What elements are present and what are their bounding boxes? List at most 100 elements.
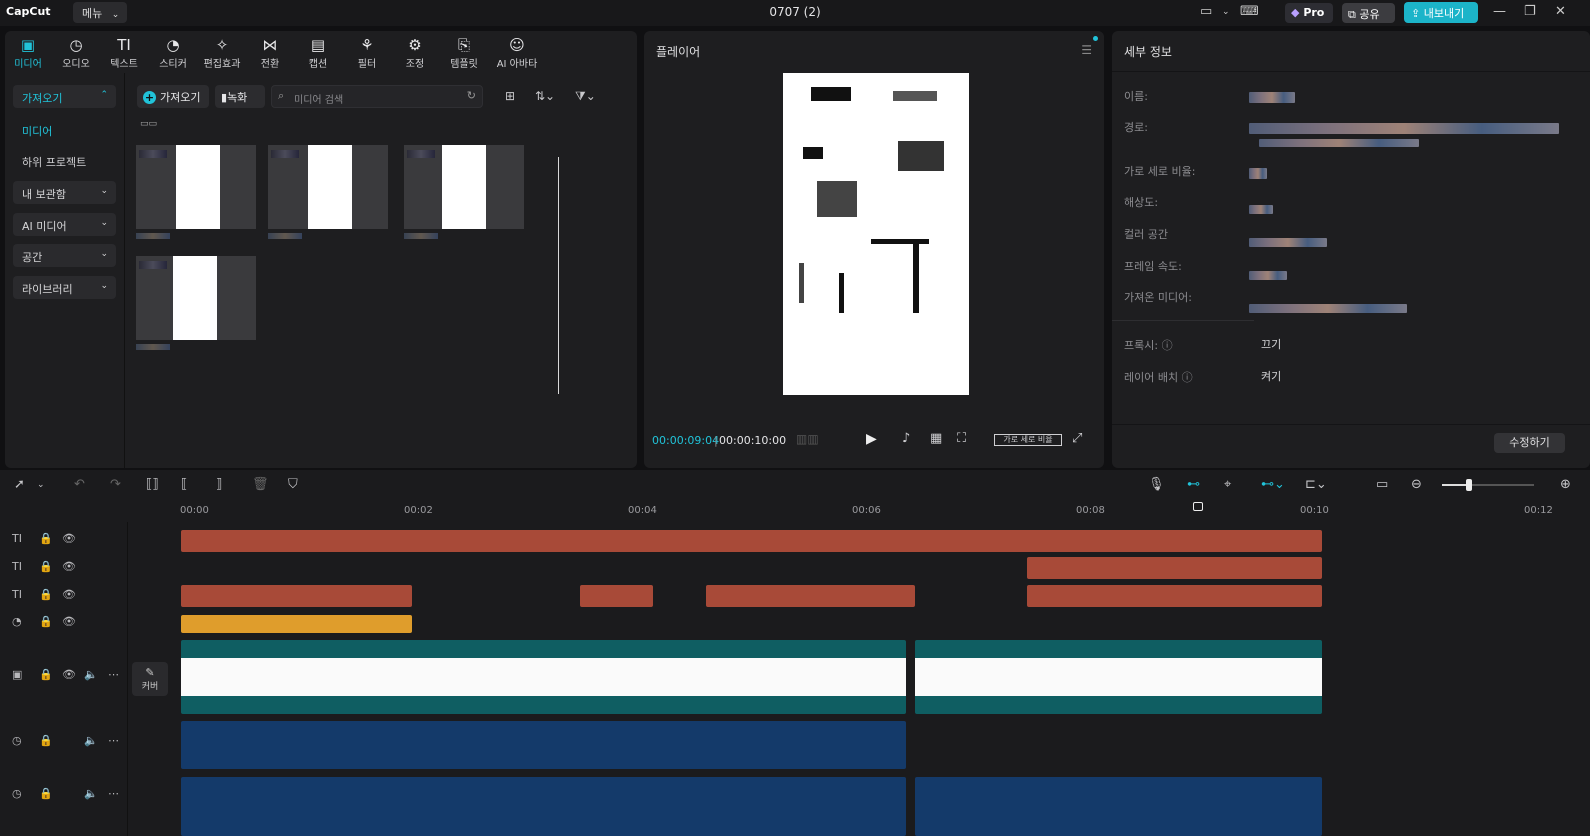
info-icon[interactable]: ⓘ bbox=[1162, 339, 1173, 352]
sidebar-item-space[interactable]: 공간 ⌄ bbox=[13, 244, 116, 267]
keyboard-icon[interactable]: ⌨ bbox=[1240, 4, 1259, 19]
pro-button[interactable]: ◆ Pro bbox=[1285, 3, 1333, 23]
tab-transition[interactable]: ⋈ 전환 bbox=[247, 35, 293, 70]
magnet-icon[interactable]: ⊷ bbox=[1187, 477, 1200, 492]
split-icon[interactable]: ⟦⟧ bbox=[146, 477, 159, 492]
zoom-in-icon[interactable]: ⊕ bbox=[1560, 477, 1571, 492]
shield-icon[interactable]: ⛉ bbox=[288, 477, 298, 492]
lock-icon[interactable]: 🔒 bbox=[39, 668, 53, 681]
timeline-ruler[interactable]: 00:00 00:02 00:04 00:06 00:08 00:10 00:1… bbox=[0, 500, 1590, 522]
scroll-indicator[interactable] bbox=[558, 157, 559, 394]
text-clip[interactable] bbox=[706, 585, 915, 607]
redo-icon[interactable]: ↷ bbox=[110, 477, 121, 492]
audio-clip[interactable] bbox=[181, 777, 906, 836]
tab-media[interactable]: ▣ 미디어 bbox=[5, 35, 51, 70]
tab-audio[interactable]: ◷ 오디오 bbox=[53, 35, 99, 70]
more-icon[interactable]: ⋯ bbox=[108, 668, 119, 681]
zoom-slider-handle[interactable] bbox=[1466, 479, 1472, 491]
sidebar-item-library[interactable]: 라이브러리 ⌄ bbox=[13, 276, 116, 299]
layout-icon[interactable]: ▭ bbox=[1200, 4, 1212, 19]
sort-icon[interactable]: ⇅⌄ bbox=[535, 89, 555, 103]
media-search-input[interactable]: ⌕ 미디어 검색 ↻ bbox=[271, 85, 483, 108]
text-clip[interactable] bbox=[1027, 585, 1322, 607]
menu-button[interactable]: 메뉴 ⌄ bbox=[73, 2, 127, 23]
eye-icon[interactable]: 👁 bbox=[62, 668, 76, 681]
lock-icon[interactable]: 🔒 bbox=[39, 615, 53, 628]
playhead[interactable] bbox=[1193, 502, 1203, 511]
video-clip[interactable] bbox=[915, 640, 1322, 714]
audio-clip[interactable] bbox=[915, 777, 1322, 836]
tab-template[interactable]: ⎘ 템플릿 bbox=[441, 35, 487, 70]
share-button[interactable]: ⧉ 공유 bbox=[1342, 3, 1395, 23]
media-thumbnail[interactable] bbox=[404, 145, 524, 239]
tab-effects[interactable]: ✧ 편집효과 bbox=[199, 35, 245, 70]
sidebar-item-ai-media[interactable]: AI 미디어 ⌄ bbox=[13, 213, 116, 236]
info-icon[interactable]: ⓘ bbox=[1182, 371, 1193, 384]
media-thumbnail[interactable] bbox=[136, 256, 256, 350]
chevron-down-icon[interactable]: ⌄ bbox=[37, 480, 45, 490]
fullscreen-icon[interactable]: ⤢ bbox=[1072, 431, 1082, 446]
grid-view-icon[interactable]: ⊞ bbox=[505, 89, 515, 103]
link-icon[interactable]: ⊷⌄ bbox=[1261, 477, 1285, 492]
microphone-icon[interactable]: 🎙 bbox=[1148, 477, 1165, 492]
menu-icon[interactable]: ☰ bbox=[1081, 43, 1092, 57]
play-icon[interactable]: ▶ bbox=[866, 431, 877, 447]
eye-icon[interactable]: 👁 bbox=[62, 532, 76, 545]
trim-right-icon[interactable]: ⟧ bbox=[216, 477, 222, 492]
import-button[interactable]: + 가져오기 bbox=[137, 85, 209, 108]
minimize-icon[interactable]: — bbox=[1493, 4, 1506, 19]
more-icon[interactable]: ⋯ bbox=[108, 734, 119, 747]
lock-icon[interactable]: 🔒 bbox=[39, 532, 53, 545]
lock-icon[interactable]: 🔒 bbox=[39, 588, 53, 601]
tab-adjust[interactable]: ⚙ 조정 bbox=[392, 35, 438, 70]
tab-caption[interactable]: ▤ 캡션 bbox=[295, 35, 341, 70]
cover-button[interactable]: ✎ 커버 bbox=[132, 662, 168, 696]
sticker-clip[interactable] bbox=[181, 615, 412, 633]
eye-icon[interactable]: 👁 bbox=[62, 588, 76, 601]
grid-icon[interactable]: ▦ bbox=[930, 431, 942, 446]
tab-ai-avatar[interactable]: ☺ AI 아바타 bbox=[489, 35, 545, 70]
maximize-icon[interactable]: ❐ bbox=[1524, 4, 1536, 19]
text-clip[interactable] bbox=[181, 530, 1322, 552]
trim-left-icon[interactable]: ⟦ bbox=[181, 477, 187, 492]
sidebar-item-media[interactable]: 미디어 bbox=[22, 123, 52, 139]
text-clip[interactable] bbox=[181, 585, 412, 607]
tiktok-icon[interactable]: ♪ bbox=[902, 431, 910, 446]
lock-icon[interactable]: 🔒 bbox=[39, 787, 53, 800]
filter-icon[interactable]: ⧩⌄ bbox=[575, 89, 596, 104]
tab-sticker[interactable]: ◔ 스티커 bbox=[150, 35, 196, 70]
more-icon[interactable]: ⋯ bbox=[108, 787, 119, 800]
sidebar-item-my-storage[interactable]: 내 보관함 ⌄ bbox=[13, 181, 116, 204]
aspect-ratio-button[interactable]: 가로 세로 비율 bbox=[994, 434, 1062, 446]
audio-clip[interactable] bbox=[181, 721, 906, 769]
text-clip[interactable] bbox=[1027, 557, 1322, 579]
snap-icon[interactable]: ⌖ bbox=[1224, 477, 1231, 492]
tab-filter[interactable]: ⚘ 필터 bbox=[344, 35, 390, 70]
video-preview[interactable] bbox=[783, 73, 969, 395]
video-clip[interactable] bbox=[181, 640, 906, 714]
media-thumbnail[interactable] bbox=[136, 145, 256, 239]
speaker-icon[interactable]: 🔈 bbox=[84, 787, 98, 800]
sidebar-item-import[interactable]: 가져오기 ⌃ bbox=[13, 85, 116, 108]
lock-icon[interactable]: 🔒 bbox=[39, 560, 53, 573]
media-thumbnail[interactable] bbox=[268, 145, 388, 239]
zoom-slider[interactable] bbox=[1442, 479, 1534, 491]
screen-icon[interactable]: ▭ bbox=[1376, 477, 1388, 492]
close-icon[interactable]: ✕ bbox=[1555, 4, 1566, 19]
refresh-icon[interactable]: ↻ bbox=[467, 89, 476, 102]
edit-button[interactable]: 수정하기 bbox=[1494, 433, 1565, 453]
eye-icon[interactable]: 👁 bbox=[62, 560, 76, 573]
tab-text[interactable]: TI 텍스트 bbox=[101, 35, 147, 70]
delete-icon[interactable]: 🗑 bbox=[252, 477, 269, 492]
screen-fit-icon[interactable]: ⛶ bbox=[957, 431, 966, 446]
undo-icon[interactable]: ↶ bbox=[74, 477, 85, 492]
eye-icon[interactable]: 👁 bbox=[62, 615, 76, 628]
sidebar-item-subproject[interactable]: 하위 프로젝트 bbox=[22, 154, 86, 170]
speaker-icon[interactable]: 🔈 bbox=[84, 734, 98, 747]
chevron-down-icon[interactable]: ⌄ bbox=[1222, 7, 1230, 17]
export-button[interactable]: ⇪ 내보내기 bbox=[1404, 2, 1478, 23]
speaker-icon[interactable]: 🔈 bbox=[84, 668, 98, 681]
preview-axis-icon[interactable]: ⊏⌄ bbox=[1305, 477, 1327, 492]
lock-icon[interactable]: 🔒 bbox=[39, 734, 53, 747]
zoom-out-icon[interactable]: ⊖ bbox=[1411, 477, 1422, 492]
